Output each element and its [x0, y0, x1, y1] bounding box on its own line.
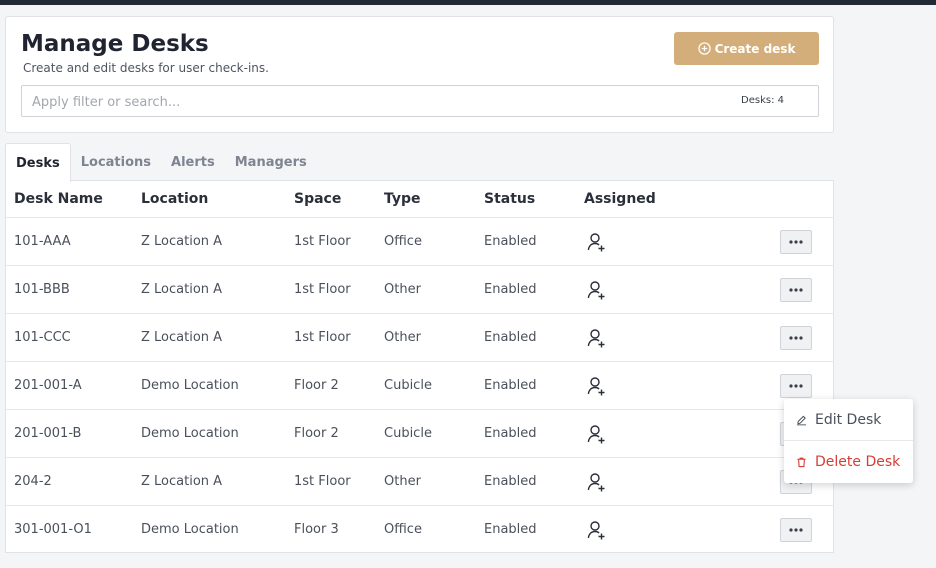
table-row: 101-BBB Z Location A 1st Floor Other Enabled: [6, 265, 833, 313]
add-user-icon[interactable]: [586, 231, 608, 253]
space-cell: Floor 2: [294, 426, 339, 441]
ellipsis-icon: [789, 528, 803, 532]
pencil-icon: [796, 415, 807, 425]
space-cell: 1st Floor: [294, 330, 351, 345]
desks-table: Desk Name Location Space Type Status Ass…: [5, 180, 834, 553]
row-actions-button[interactable]: [780, 518, 812, 542]
assigned-cell: [584, 314, 608, 361]
tab-alerts[interactable]: Alerts: [161, 143, 225, 181]
table-header-row: Desk Name Location Space Type Status Ass…: [6, 181, 833, 217]
status-cell: Enabled: [484, 474, 537, 489]
desk-count: Desks: 4: [741, 95, 784, 106]
location-cell: Z Location A: [141, 282, 223, 297]
create-desk-button[interactable]: Create desk: [674, 32, 819, 65]
location-cell: Demo Location: [141, 378, 239, 393]
table-row: 201-001-B Demo Location Floor 2 Cubicle Enab…: [6, 409, 833, 457]
table-row: 101-CCC Z Location A 1st Floor Other Enabled: [6, 313, 833, 361]
add-user-icon[interactable]: [586, 471, 608, 493]
ellipsis-icon: [789, 240, 803, 244]
space-cell: Floor 3: [294, 522, 339, 537]
plus-circle-icon: [697, 42, 711, 55]
tab-managers[interactable]: Managers: [225, 143, 317, 181]
location-cell: Z Location A: [141, 474, 223, 489]
desk-name-cell: 101-CCC: [14, 330, 71, 345]
table-row: 301-001-O1 Demo Location Floor 3 Office Enab…: [6, 505, 833, 553]
edit-desk-menu-item[interactable]: Edit Desk: [784, 399, 913, 441]
add-user-icon[interactable]: [586, 519, 608, 541]
ellipsis-icon: [789, 384, 803, 388]
type-cell: Other: [384, 282, 421, 297]
type-cell: Cubicle: [384, 426, 432, 441]
ellipsis-icon: [789, 336, 803, 340]
row-actions-menu: Edit Desk Delete Desk: [784, 399, 913, 483]
tab-desks[interactable]: Desks: [5, 143, 71, 182]
tab-bar: Desks Locations Alerts Managers: [5, 143, 317, 182]
page-title: Manage Desks: [21, 31, 209, 57]
table-row: 201-001-A Demo Location Floor 2 Cubicle Enab…: [6, 361, 833, 409]
space-cell: Floor 2: [294, 378, 339, 393]
add-user-icon[interactable]: [586, 279, 608, 301]
type-cell: Other: [384, 330, 421, 345]
assigned-cell: [584, 410, 608, 457]
desk-name-cell: 201-001-B: [14, 426, 82, 441]
status-cell: Enabled: [484, 330, 537, 345]
row-actions-button[interactable]: [780, 326, 812, 350]
status-cell: Enabled: [484, 282, 537, 297]
column-header-desk-name[interactable]: Desk Name: [14, 181, 103, 217]
desk-name-cell: 301-001-O1: [14, 522, 92, 537]
row-actions-button[interactable]: [780, 230, 812, 254]
type-cell: Office: [384, 522, 422, 537]
status-cell: Enabled: [484, 522, 537, 537]
trash-icon: [797, 457, 806, 468]
desk-name-cell: 101-BBB: [14, 282, 70, 297]
page-subtitle: Create and edit desks for user check-ins…: [23, 61, 269, 75]
add-user-icon[interactable]: [586, 327, 608, 349]
row-actions-button[interactable]: [780, 278, 812, 302]
top-bar: [0, 0, 936, 5]
type-cell: Cubicle: [384, 378, 432, 393]
table-row: 204-2 Z Location A 1st Floor Other Enabled: [6, 457, 833, 505]
location-cell: Z Location A: [141, 330, 223, 345]
search-field[interactable]: Desks: 4: [21, 85, 819, 117]
column-header-assigned[interactable]: Assigned: [584, 181, 656, 217]
space-cell: 1st Floor: [294, 282, 351, 297]
assigned-cell: [584, 266, 608, 313]
add-user-icon[interactable]: [586, 423, 608, 445]
row-actions-button[interactable]: [780, 374, 812, 398]
desk-name-cell: 204-2: [14, 474, 52, 489]
status-cell: Enabled: [484, 234, 537, 249]
space-cell: 1st Floor: [294, 234, 351, 249]
space-cell: 1st Floor: [294, 474, 351, 489]
edit-desk-label: Edit Desk: [815, 411, 882, 428]
delete-desk-label: Delete Desk: [815, 454, 901, 470]
tab-locations[interactable]: Locations: [71, 143, 161, 181]
ellipsis-icon: [789, 288, 803, 292]
column-header-type[interactable]: Type: [384, 181, 421, 217]
assigned-cell: [584, 218, 608, 265]
delete-desk-menu-item[interactable]: Delete Desk: [784, 441, 913, 483]
assigned-cell: [584, 458, 608, 505]
column-header-space[interactable]: Space: [294, 181, 341, 217]
type-cell: Office: [384, 234, 422, 249]
desk-name-cell: 201-001-A: [14, 378, 82, 393]
assigned-cell: [584, 362, 608, 409]
search-input[interactable]: [32, 92, 632, 112]
column-header-status[interactable]: Status: [484, 181, 535, 217]
assigned-cell: [584, 506, 608, 553]
create-desk-label: Create desk: [714, 41, 796, 56]
status-cell: Enabled: [484, 426, 537, 441]
column-header-location[interactable]: Location: [141, 181, 208, 217]
location-cell: Z Location A: [141, 234, 223, 249]
status-cell: Enabled: [484, 378, 537, 393]
type-cell: Other: [384, 474, 421, 489]
location-cell: Demo Location: [141, 522, 239, 537]
desk-name-cell: 101-AAA: [14, 234, 71, 249]
table-row: 101-AAA Z Location A 1st Floor Office Enable…: [6, 217, 833, 265]
add-user-icon[interactable]: [586, 375, 608, 397]
header-card: Manage Desks Create and edit desks for u…: [5, 16, 834, 133]
location-cell: Demo Location: [141, 426, 239, 441]
